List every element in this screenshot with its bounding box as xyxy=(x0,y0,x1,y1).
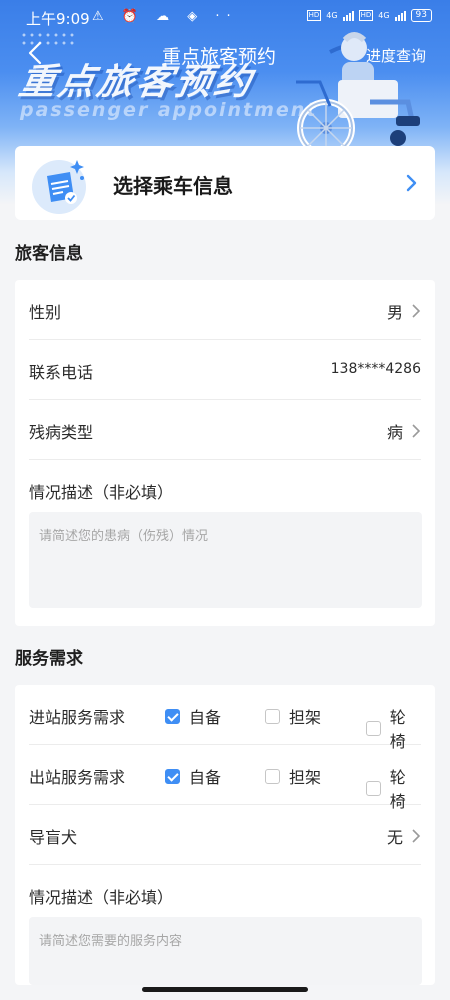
guide-dog-value: 无 xyxy=(386,828,403,847)
passenger-info-card: 性别 男 联系电话 138****4286 残病类型 病 情况描述（非必填） 请… xyxy=(15,280,435,626)
disability-type-label: 残病类型 xyxy=(29,423,94,442)
entry-service-row: 进站服务需求 自备 担架 轮椅 xyxy=(29,685,421,751)
condition-desc-label: 情况描述（非必填） xyxy=(29,483,174,502)
phone-label: 联系电话 xyxy=(29,363,94,382)
gender-label: 性别 xyxy=(29,303,62,322)
chevron-right-icon xyxy=(406,174,417,192)
network-label-2: 4G xyxy=(378,11,390,20)
chevron-right-icon xyxy=(412,424,421,438)
entry-option-self[interactable]: 自备 xyxy=(165,704,221,728)
phone-value: 138****4286 xyxy=(330,361,421,377)
guide-dog-row[interactable]: 导盲犬 无 xyxy=(29,805,421,865)
hd-icon: HD xyxy=(358,10,374,21)
option-label: 担架 xyxy=(289,708,322,727)
status-time: 上午9:09 xyxy=(26,10,90,28)
passenger-section-title: 旅客信息 xyxy=(15,244,83,264)
select-trip-card[interactable]: 选择乘车信息 xyxy=(15,146,435,220)
phone-row: 联系电话 138****4286 xyxy=(29,340,421,400)
exit-service-label: 出站服务需求 xyxy=(29,768,126,787)
status-notification-icons: ⚠ ⏰ ☁ ◈ ·· xyxy=(92,9,238,24)
back-arrow-icon[interactable] xyxy=(24,40,50,66)
guide-dog-label: 导盲犬 xyxy=(29,828,78,847)
service-section-title: 服务需求 xyxy=(15,649,83,669)
status-right-group: HD 4G HD 4G 93 xyxy=(306,9,432,22)
banner-subtitle: passenger appointment xyxy=(20,99,318,121)
option-label: 担架 xyxy=(289,768,322,787)
entry-service-label: 进站服务需求 xyxy=(29,708,126,727)
chevron-right-icon xyxy=(412,829,421,843)
hd-icon: HD xyxy=(306,10,322,21)
checkbox-checked-icon[interactable] xyxy=(165,708,180,724)
page-title: 重点旅客预约 xyxy=(162,46,277,68)
condition-desc-textarea[interactable]: 请简述您的患病（伤残）情况 xyxy=(29,512,422,608)
option-label: 自备 xyxy=(189,768,222,787)
ticket-icon xyxy=(32,160,86,214)
disability-type-value: 病 xyxy=(386,423,403,442)
gender-row[interactable]: 性别 男 xyxy=(29,280,421,340)
service-desc-textarea[interactable]: 请简述您需要的服务内容 xyxy=(29,917,422,985)
signal-bars-icon xyxy=(394,10,406,21)
option-label: 自备 xyxy=(189,708,222,727)
exit-service-row: 出站服务需求 自备 担架 轮椅 xyxy=(29,745,421,811)
checkbox-checked-icon[interactable] xyxy=(165,768,180,784)
chevron-right-icon xyxy=(412,304,421,318)
gender-value: 男 xyxy=(386,303,403,322)
status-bar: 上午9:09 ⚠ ⏰ ☁ ◈ ·· HD 4G HD 4G 93 xyxy=(0,0,450,34)
network-label-1: 4G xyxy=(326,11,338,20)
exit-option-self[interactable]: 自备 xyxy=(165,764,221,788)
battery-icon: 93 xyxy=(410,9,432,22)
checkbox-icon[interactable] xyxy=(265,708,280,724)
exit-option-stretcher[interactable]: 担架 xyxy=(265,764,321,788)
entry-option-stretcher[interactable]: 担架 xyxy=(265,704,321,728)
service-needs-card: 进站服务需求 自备 担架 轮椅 出站服务需求 自备 担架 轮椅 导盲犬 无 情况… xyxy=(15,685,435,985)
select-trip-label: 选择乘车信息 xyxy=(113,174,233,198)
progress-query-link[interactable]: 进度查询 xyxy=(366,45,426,66)
checkbox-icon[interactable] xyxy=(366,720,381,736)
home-indicator[interactable] xyxy=(142,987,308,992)
wheelchair-illustration xyxy=(296,32,420,150)
signal-bars-icon xyxy=(342,10,354,21)
checkbox-icon[interactable] xyxy=(366,780,381,796)
service-desc-label: 情况描述（非必填） xyxy=(29,888,174,907)
checkbox-icon[interactable] xyxy=(265,768,280,784)
disability-type-row[interactable]: 残病类型 病 xyxy=(29,400,421,460)
